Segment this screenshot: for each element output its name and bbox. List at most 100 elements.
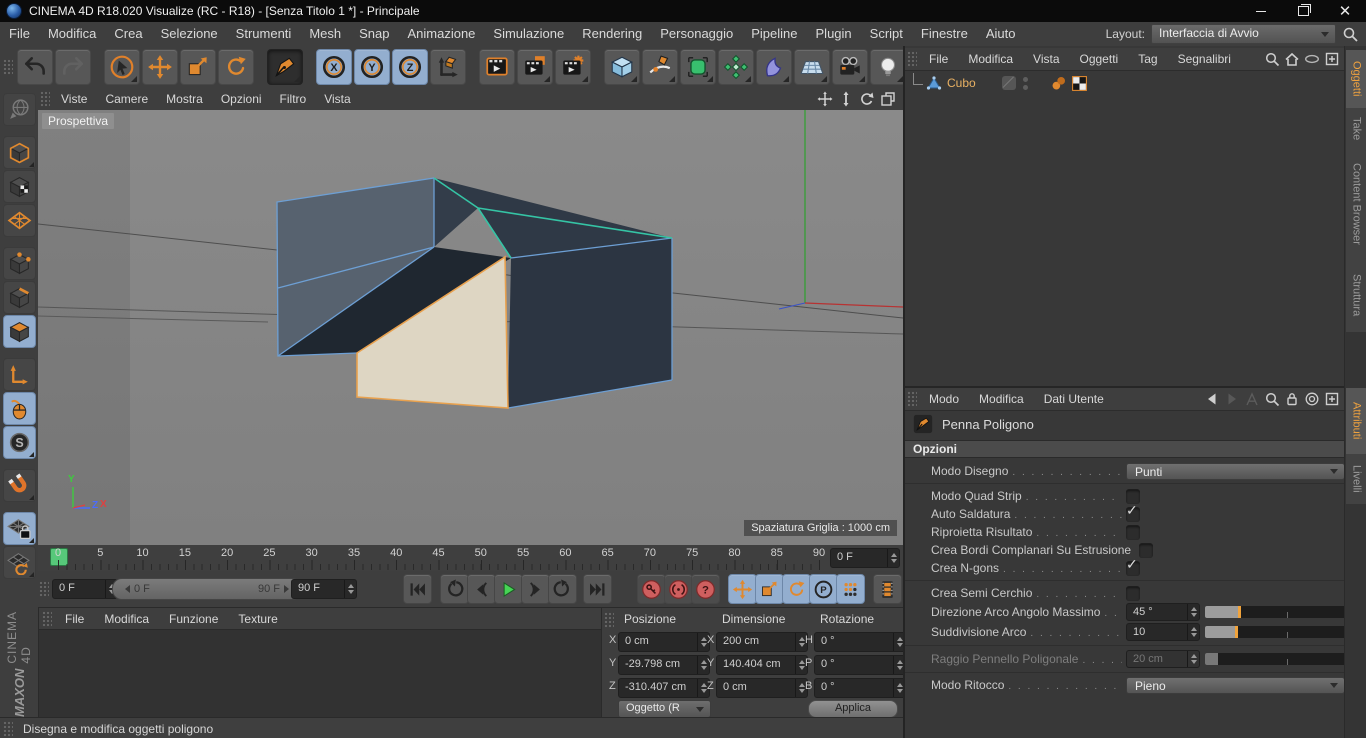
menu-strumenti[interactable]: Strumenti (227, 26, 301, 41)
viewport-rotate-icon[interactable] (859, 91, 875, 107)
dropdown-modo-disegno[interactable]: Punti (1126, 463, 1345, 480)
perspective-viewport[interactable]: Y Z X Prospettiva Spaziatura Griglia : 1… (38, 110, 903, 546)
object-manager-tab-content-browser[interactable]: Content Browser (1346, 150, 1366, 258)
spline-pen-button[interactable] (642, 49, 678, 85)
menu-personaggio[interactable]: Personaggio (651, 26, 742, 41)
checkbox-unchecked[interactable] (1126, 525, 1140, 540)
object-manager-menu-oggetti[interactable]: Oggetti (1070, 52, 1129, 66)
record-keyframe-button[interactable] (637, 574, 666, 604)
workplane-mode-button[interactable] (3, 204, 36, 237)
slider-handle[interactable] (1238, 606, 1241, 618)
toolbar-grip[interactable] (3, 59, 13, 75)
edit-state-icon[interactable] (1002, 76, 1016, 90)
object-manager-menu-tag[interactable]: Tag (1128, 52, 1167, 66)
lock-x-axis-button[interactable]: X (316, 49, 352, 85)
timeline-ruler[interactable]: 0 F 051015202530354045505560657075808590 (38, 545, 903, 572)
object-manager-grip[interactable] (907, 51, 917, 67)
object-manager-tab-take[interactable]: Take (1346, 108, 1366, 150)
range-left-arrow-icon[interactable] (121, 585, 130, 593)
menu-mesh[interactable]: Mesh (300, 26, 350, 41)
go-to-previous-frame-button[interactable] (467, 574, 496, 604)
points-mode-button[interactable] (3, 247, 36, 280)
checkbox-unchecked[interactable] (1139, 543, 1153, 558)
dropdown-modo-ritocco[interactable]: Pieno (1126, 677, 1345, 694)
key-rotation-toggle-button[interactable] (782, 574, 811, 604)
subdivision-surface-button[interactable] (680, 49, 716, 85)
checkbox-checked[interactable]: ✓ (1126, 561, 1140, 576)
slider[interactable] (1205, 626, 1347, 638)
menu-modifica[interactable]: Modifica (39, 26, 105, 41)
coordinates-grip[interactable] (604, 612, 614, 628)
menu-finestre[interactable]: Finestre (912, 26, 977, 41)
key-pla-toggle-button[interactable] (836, 574, 865, 604)
coord-input-rotazione-b[interactable]: 0 ° (814, 678, 906, 698)
minimize-button[interactable] (1240, 0, 1282, 22)
add-cube-primitive-button[interactable] (604, 49, 640, 85)
viewport-menu-camere[interactable]: Camere (96, 92, 157, 106)
viewport-maximize-icon[interactable] (880, 91, 896, 107)
checkbox-checked[interactable]: ✓ (1126, 507, 1140, 522)
value-input[interactable]: 20 cm (1126, 650, 1200, 668)
attribute-manager-tab-livelli[interactable]: Livelli (1346, 454, 1366, 504)
lock-y-axis-button[interactable]: Y (354, 49, 390, 85)
object-manager-menu-file[interactable]: File (919, 52, 958, 66)
render-settings-button[interactable] (555, 49, 591, 85)
go-to-end-button[interactable] (583, 574, 612, 604)
slider[interactable] (1205, 606, 1347, 618)
attribute-manager-grip[interactable] (907, 391, 917, 407)
current-frame-spinner[interactable]: 0 F (52, 579, 118, 599)
model-mode-button[interactable] (3, 136, 36, 169)
viewport-menu-mostra[interactable]: Mostra (157, 92, 212, 106)
coord-input-dimensione-y[interactable]: 140.404 cm (716, 655, 808, 675)
mograph-cloner-button[interactable] (718, 49, 754, 85)
viewport-grip[interactable] (40, 91, 50, 107)
deformer-button[interactable] (756, 49, 792, 85)
viewport-menu-vista[interactable]: Vista (315, 92, 359, 106)
coord-input-dimensione-x[interactable]: 200 cm (716, 632, 808, 652)
mouse-input-mode-button[interactable] (3, 392, 36, 425)
rotate-tool-button[interactable] (218, 49, 254, 85)
view-label[interactable]: Prospettiva (42, 113, 114, 129)
search-icon[interactable] (1264, 391, 1280, 407)
menu-simulazione[interactable]: Simulazione (484, 26, 573, 41)
viewport-menu-filtro[interactable]: Filtro (271, 92, 316, 106)
value-input[interactable]: 45 ° (1126, 603, 1200, 621)
object-manager-tab-oggetti[interactable]: Oggetti (1346, 50, 1366, 108)
coordinate-system-button[interactable] (430, 49, 466, 85)
close-button[interactable]: ✕ (1324, 0, 1366, 22)
menu-aiuto[interactable]: Aiuto (977, 26, 1025, 41)
attribute-manager-tab-attributi[interactable]: Attributi (1346, 388, 1366, 454)
viewport-menu-viste[interactable]: Viste (52, 92, 96, 106)
preview-range-slider[interactable]: 0 F 90 F (112, 578, 302, 600)
viewport-pan-icon[interactable] (817, 91, 833, 107)
menu-rendering[interactable]: Rendering (573, 26, 651, 41)
render-picture-viewer-button[interactable] (517, 49, 553, 85)
object-name[interactable]: Cubo (947, 76, 976, 90)
menu-script[interactable]: Script (861, 26, 912, 41)
menu-snap[interactable]: Snap (350, 26, 398, 41)
undo-button[interactable] (17, 49, 53, 85)
section-header-opzioni[interactable]: Opzioni (905, 440, 1345, 458)
object-manager-menu-segnalibri[interactable]: Segnalibri (1168, 52, 1241, 66)
coord-mode-dropdown-posizione[interactable]: Oggetto (R (618, 700, 711, 718)
slider[interactable] (1205, 653, 1347, 665)
search-icon[interactable] (1264, 51, 1280, 67)
open-timeline-button[interactable] (873, 574, 902, 604)
menu-file[interactable]: File (0, 26, 39, 41)
material-menu-texture[interactable]: Texture (228, 612, 287, 626)
material-menu-modifica[interactable]: Modifica (94, 612, 159, 626)
add-light-button[interactable] (870, 49, 906, 85)
visibility-dots-icon[interactable] (1023, 75, 1028, 91)
polygon-object-icon[interactable] (926, 75, 942, 91)
lock-icon[interactable] (1284, 391, 1300, 407)
add-panel-icon[interactable] (1324, 51, 1340, 67)
environment-floor-button[interactable] (794, 49, 830, 85)
edges-mode-button[interactable] (3, 281, 36, 314)
value-input[interactable]: 10 (1126, 623, 1200, 641)
object-manager-menu-vista[interactable]: Vista (1023, 52, 1069, 66)
polygon-pen-tool-button[interactable] (267, 49, 303, 85)
coord-input-dimensione-z[interactable]: 0 cm (716, 678, 808, 698)
coord-input-posizione-z[interactable]: -310.407 cm (618, 678, 710, 698)
uvw-tag-icon[interactable] (1071, 75, 1088, 92)
lock-workplane-button[interactable] (3, 512, 36, 545)
